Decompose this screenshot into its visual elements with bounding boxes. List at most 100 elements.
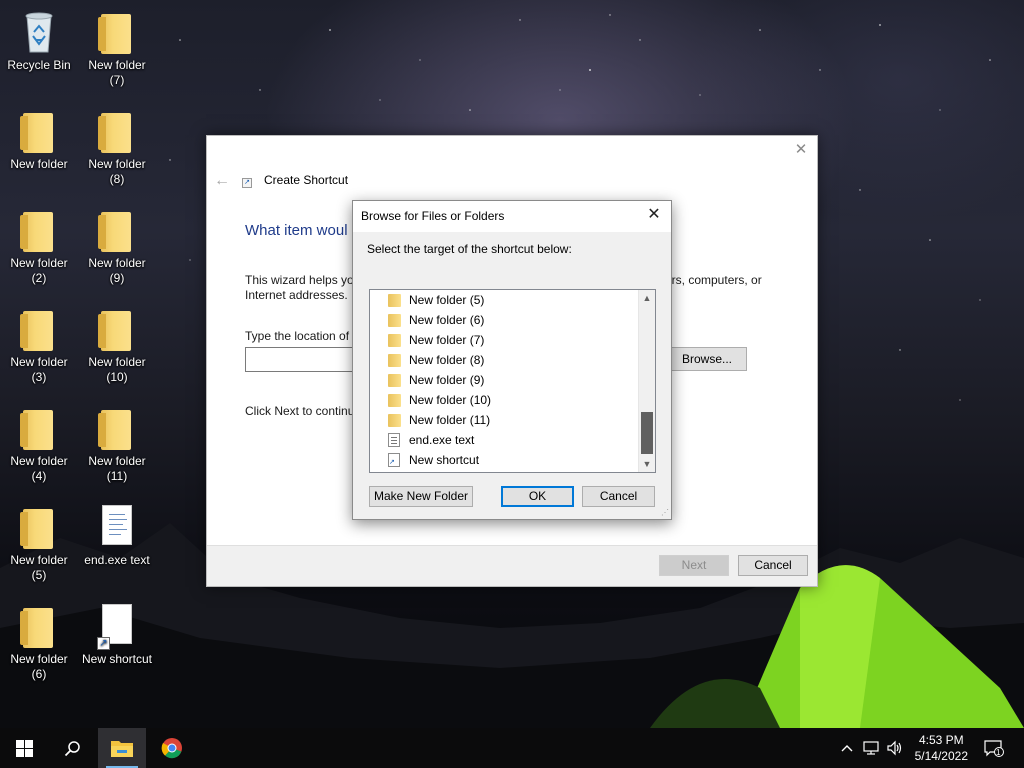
folder-desktop-icon[interactable]: New folder — [0, 107, 78, 172]
tree-item-label: New folder (7) — [409, 333, 485, 347]
tree-item-label: New folder (9) — [409, 373, 485, 387]
shortcut-arrow-icon: ↗ — [97, 637, 110, 650]
browse-button[interactable]: Browse... — [667, 347, 747, 371]
windows-logo-icon — [15, 739, 33, 757]
folder-icon — [388, 413, 401, 427]
folder-icon — [388, 313, 401, 327]
folder-desktop-icon[interactable]: New folder (2) — [0, 206, 78, 286]
scroll-up-icon[interactable]: ▲ — [639, 290, 655, 306]
folder-label: New folder (7) — [88, 58, 146, 87]
folder-desktop-icon[interactable]: New folder (6) — [0, 602, 78, 682]
file-explorer-icon — [111, 741, 133, 757]
search-button[interactable] — [48, 728, 96, 768]
make-new-folder-button[interactable]: Make New Folder — [369, 486, 473, 507]
scroll-down-icon[interactable]: ▼ — [639, 456, 655, 472]
folder-icon — [388, 333, 401, 347]
scroll-thumb[interactable] — [641, 412, 653, 454]
wizard-heading: What item woul — [245, 222, 348, 239]
folder-icon — [388, 293, 401, 307]
wizard-intro-line2: Internet addresses. — [245, 288, 348, 302]
recycle-bin-icon — [19, 8, 59, 56]
folder-icon — [20, 212, 53, 252]
tree-item[interactable]: New folder (11) — [388, 410, 490, 430]
tree-item[interactable]: New folder (9) — [388, 370, 484, 390]
shortcut-desktop-icon[interactable]: ↗ New shortcut — [78, 602, 156, 667]
folder-desktop-icon[interactable]: New folder (9) — [78, 206, 156, 286]
tree-item[interactable]: New folder (7) — [388, 330, 484, 350]
folder-icon — [20, 509, 53, 549]
browse-dialog-title: Browse for Files or Folders — [361, 209, 505, 223]
action-center-button[interactable]: 1 — [983, 739, 1005, 757]
folder-desktop-icon[interactable]: New folder (8) — [78, 107, 156, 187]
vertical-scrollbar[interactable]: ▲ ▼ — [638, 290, 655, 472]
start-button[interactable] — [0, 728, 48, 768]
file-tree[interactable]: New folder (5) New folder (6) New folder… — [369, 289, 656, 473]
wizard-intro-right: ers, computers, or — [665, 273, 762, 287]
browse-dialog: Browse for Files or Folders ✕ Select the… — [352, 200, 672, 520]
file-explorer-taskbar-button[interactable] — [98, 728, 146, 768]
folder-label: New folder (5) — [10, 553, 68, 582]
folder-icon — [388, 353, 401, 367]
clock-time: 4:53 PM — [918, 733, 964, 747]
folder-icon — [98, 410, 131, 450]
folder-label: New folder (8) — [88, 157, 146, 186]
folder-desktop-icon[interactable]: New folder (11) — [78, 404, 156, 484]
next-hint: Click Next to continu — [245, 404, 355, 418]
tree-item[interactable]: New folder (8) — [388, 350, 484, 370]
tree-item-label: end.exe text — [409, 433, 475, 447]
network-icon[interactable] — [862, 739, 880, 757]
shortcut-file-icon: ↗ — [388, 453, 400, 467]
tree-item[interactable]: New folder (10) — [388, 390, 491, 410]
folder-desktop-icon[interactable]: New folder (4) — [0, 404, 78, 484]
text-file-icon — [102, 505, 132, 545]
chrome-taskbar-button[interactable] — [148, 728, 196, 768]
text-file-icon — [388, 433, 400, 447]
folder-label: New folder (10) — [88, 355, 146, 384]
tree-item[interactable]: New folder (6) — [388, 310, 484, 330]
folder-icon — [388, 393, 401, 407]
browse-titlebar[interactable]: Browse for Files or Folders ✕ — [353, 201, 671, 232]
cancel-button[interactable]: Cancel — [582, 486, 655, 507]
folder-icon — [388, 373, 401, 387]
wizard-title: Create Shortcut — [264, 173, 349, 187]
tree-item[interactable]: New folder (5) — [388, 290, 484, 310]
tree-item-label: New folder (10) — [409, 393, 492, 407]
clock-date: 5/14/2022 — [914, 749, 968, 763]
tree-item[interactable]: ↗ New shortcut — [388, 450, 479, 470]
recycle-bin-desktop-icon[interactable]: Recycle Bin — [0, 8, 78, 73]
tree-item-label: New folder (11) — [409, 413, 491, 427]
chrome-icon — [161, 738, 182, 759]
file-label: New shortcut — [81, 652, 153, 666]
folder-label: New folder (11) — [88, 454, 146, 483]
tree-item[interactable]: end.exe text — [388, 430, 474, 450]
tree-item-label: New folder (5) — [409, 293, 485, 307]
close-icon[interactable]: ✕ — [793, 142, 809, 158]
show-hidden-icons-chevron-up-icon[interactable] — [838, 739, 856, 757]
ok-button[interactable]: OK — [501, 486, 574, 507]
text-file-desktop-icon[interactable]: end.exe text — [78, 503, 156, 568]
clock[interactable]: 4:53 PM 5/14/2022 — [915, 732, 968, 764]
folder-desktop-icon[interactable]: New folder (5) — [0, 503, 78, 583]
folder-desktop-icon[interactable]: New folder (7) — [78, 8, 156, 88]
folder-label: New folder — [10, 157, 68, 171]
shortcut-icon: ↗ — [242, 178, 252, 188]
folder-icon — [20, 113, 53, 153]
taskbar: 4:53 PM 5/14/2022 1 — [0, 728, 1024, 768]
search-icon — [64, 740, 80, 756]
volume-icon[interactable] — [886, 739, 904, 757]
folder-icon — [98, 212, 131, 252]
close-icon[interactable]: ✕ — [645, 206, 663, 224]
tree-item-label: New shortcut — [409, 453, 480, 467]
folder-icon — [20, 608, 53, 648]
back-arrow-icon[interactable]: ← — [214, 172, 230, 190]
folder-label: New folder (4) — [10, 454, 68, 483]
cancel-button[interactable]: Cancel — [738, 555, 808, 576]
folder-icon — [20, 311, 53, 351]
resize-grip-icon[interactable]: ⋰ — [661, 509, 669, 517]
folder-icon — [20, 410, 53, 450]
folder-icon — [98, 14, 131, 54]
folder-desktop-icon[interactable]: New folder (3) — [0, 305, 78, 385]
browse-instruction: Select the target of the shortcut below: — [367, 242, 572, 256]
next-button[interactable]: Next — [659, 555, 729, 576]
folder-desktop-icon[interactable]: New folder (10) — [78, 305, 156, 385]
